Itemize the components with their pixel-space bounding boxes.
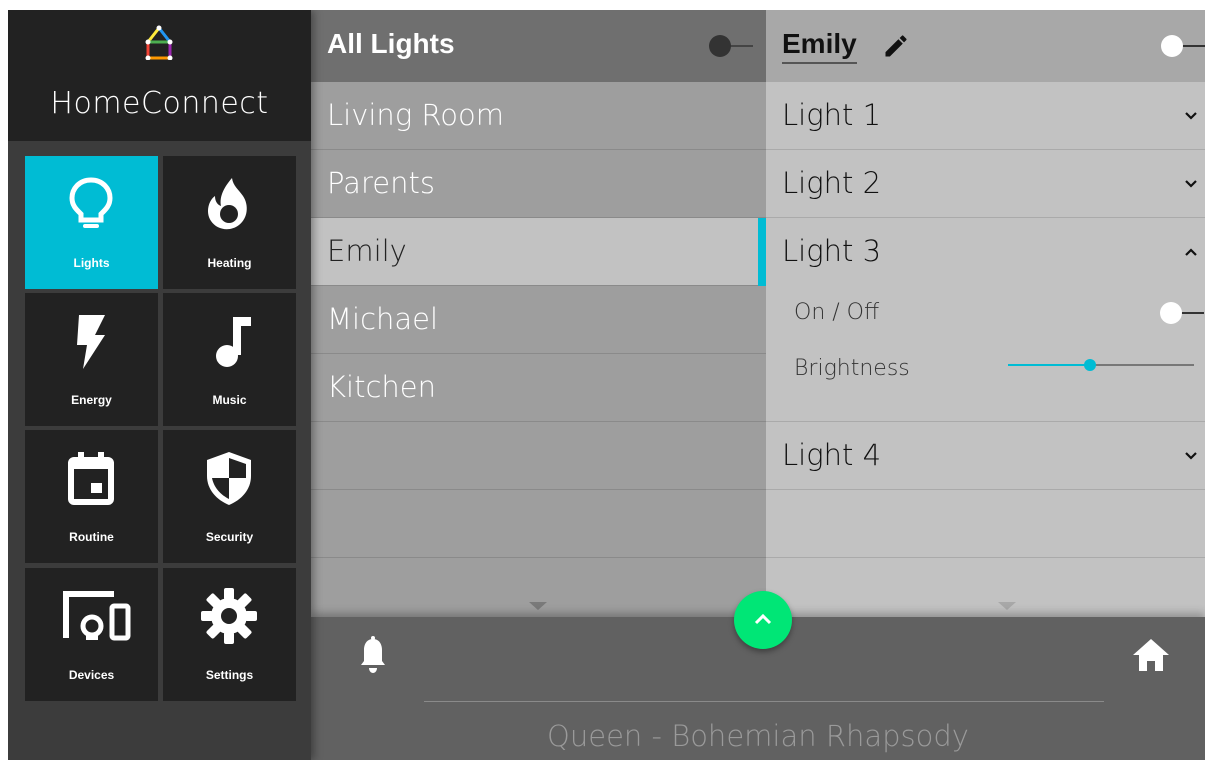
on-off-label: On / Off xyxy=(794,300,880,325)
divider xyxy=(424,701,1104,702)
toggle-knob xyxy=(709,35,731,57)
sidebar: HomeConnect Lights Heating Energy Music … xyxy=(8,10,311,760)
chevron-down-icon xyxy=(1185,180,1197,188)
nav-tile-label: Heating xyxy=(207,256,252,270)
lightning-bolt-icon xyxy=(77,315,105,369)
toggle-knob xyxy=(1160,302,1182,324)
now-playing-text[interactable]: Queen - Bohemian Rhapsody xyxy=(311,719,1205,753)
room-item-living-room[interactable]: Living Room xyxy=(311,82,766,150)
slider-fill xyxy=(1008,364,1090,366)
nav-tile-label: Energy xyxy=(71,393,112,407)
brightness-label: Brightness xyxy=(794,356,910,381)
empty-row xyxy=(311,422,766,490)
nav-tile-label: Routine xyxy=(69,530,114,544)
rooms-panel: All Lights Living Room Parents Emily Mic… xyxy=(311,10,766,617)
nav-tile-music[interactable]: Music xyxy=(163,293,296,426)
devices-icon xyxy=(63,591,131,641)
app-logo-icon xyxy=(145,25,173,60)
app-name: HomeConnect xyxy=(50,86,269,121)
nav-tile-label: Security xyxy=(205,530,254,544)
lights-panel: Emily Light 1 Light 2 Light 3 On / Off B… xyxy=(766,10,1205,617)
room-item-kitchen[interactable]: Kitchen xyxy=(311,354,766,422)
room-name-field[interactable]: Emily xyxy=(782,28,857,64)
scroll-down-icon[interactable] xyxy=(998,602,1016,610)
empty-row xyxy=(311,490,766,558)
room-item-label: Living Room xyxy=(327,98,505,132)
nav-tile-label: Lights xyxy=(73,256,110,270)
lights-header: Emily xyxy=(766,10,1205,82)
flame-icon xyxy=(208,178,247,230)
light-3-controls: On / Off Brightness xyxy=(766,282,1205,422)
chevron-up-icon xyxy=(1185,248,1197,256)
calendar-icon xyxy=(68,452,114,505)
app-window: HomeConnect Lights Heating Energy Music … xyxy=(8,10,1205,760)
light-3-power-toggle[interactable] xyxy=(1160,302,1204,324)
light-item-label: Light 3 xyxy=(782,234,882,268)
nav-tile-lights[interactable]: Lights xyxy=(25,156,158,289)
pencil-icon[interactable] xyxy=(882,32,910,60)
room-item-parents[interactable]: Parents xyxy=(311,150,766,218)
empty-row xyxy=(766,490,1205,558)
light-item-4[interactable]: Light 4 xyxy=(766,422,1205,490)
light-item-2[interactable]: Light 2 xyxy=(766,150,1205,218)
room-item-label: Parents xyxy=(327,166,435,200)
lightbulb-icon xyxy=(69,177,113,228)
selection-indicator xyxy=(758,218,766,286)
room-item-label: Emily xyxy=(327,234,407,268)
room-power-toggle[interactable] xyxy=(1161,35,1205,57)
nav-tile-label: Devices xyxy=(68,668,115,682)
slider-thumb[interactable] xyxy=(1084,359,1096,371)
shield-icon xyxy=(207,452,251,505)
room-item-emily[interactable]: Emily xyxy=(311,218,766,286)
nav-tile-devices[interactable]: Devices xyxy=(25,568,158,701)
expand-player-button[interactable] xyxy=(734,591,792,649)
rooms-header: All Lights xyxy=(311,10,766,82)
nav-tile-settings[interactable]: Settings xyxy=(163,568,296,701)
room-item-label: Kitchen xyxy=(327,370,436,404)
nav-tile-heating[interactable]: Heating xyxy=(163,156,296,289)
gear-icon xyxy=(201,588,257,644)
music-note-icon xyxy=(216,317,251,367)
toggle-knob xyxy=(1161,35,1183,57)
rooms-title: All Lights xyxy=(327,28,455,59)
chevron-down-icon xyxy=(1185,452,1197,460)
home-icon[interactable] xyxy=(1131,637,1171,673)
nav-tile-routine[interactable]: Routine xyxy=(25,430,158,563)
light-item-label: Light 1 xyxy=(782,98,882,132)
nav-tile-label: Music xyxy=(212,393,247,407)
brand-header: HomeConnect xyxy=(8,10,311,141)
light-item-label: Light 2 xyxy=(782,166,882,200)
light-item-label: Light 4 xyxy=(782,438,882,472)
scroll-down-icon[interactable] xyxy=(529,602,547,610)
room-item-label: Michael xyxy=(327,302,439,336)
light-item-3[interactable]: Light 3 xyxy=(766,218,1205,286)
nav-tile-label: Settings xyxy=(205,668,254,682)
bell-icon[interactable] xyxy=(359,635,387,677)
brightness-slider[interactable] xyxy=(1008,358,1194,372)
nav-tile-security[interactable]: Security xyxy=(163,430,296,563)
room-item-michael[interactable]: Michael xyxy=(311,286,766,354)
all-lights-toggle[interactable] xyxy=(709,35,753,57)
chevron-up-icon xyxy=(754,613,772,625)
light-item-1[interactable]: Light 1 xyxy=(766,82,1205,150)
chevron-down-icon xyxy=(1185,112,1197,120)
nav-tile-energy[interactable]: Energy xyxy=(25,293,158,426)
